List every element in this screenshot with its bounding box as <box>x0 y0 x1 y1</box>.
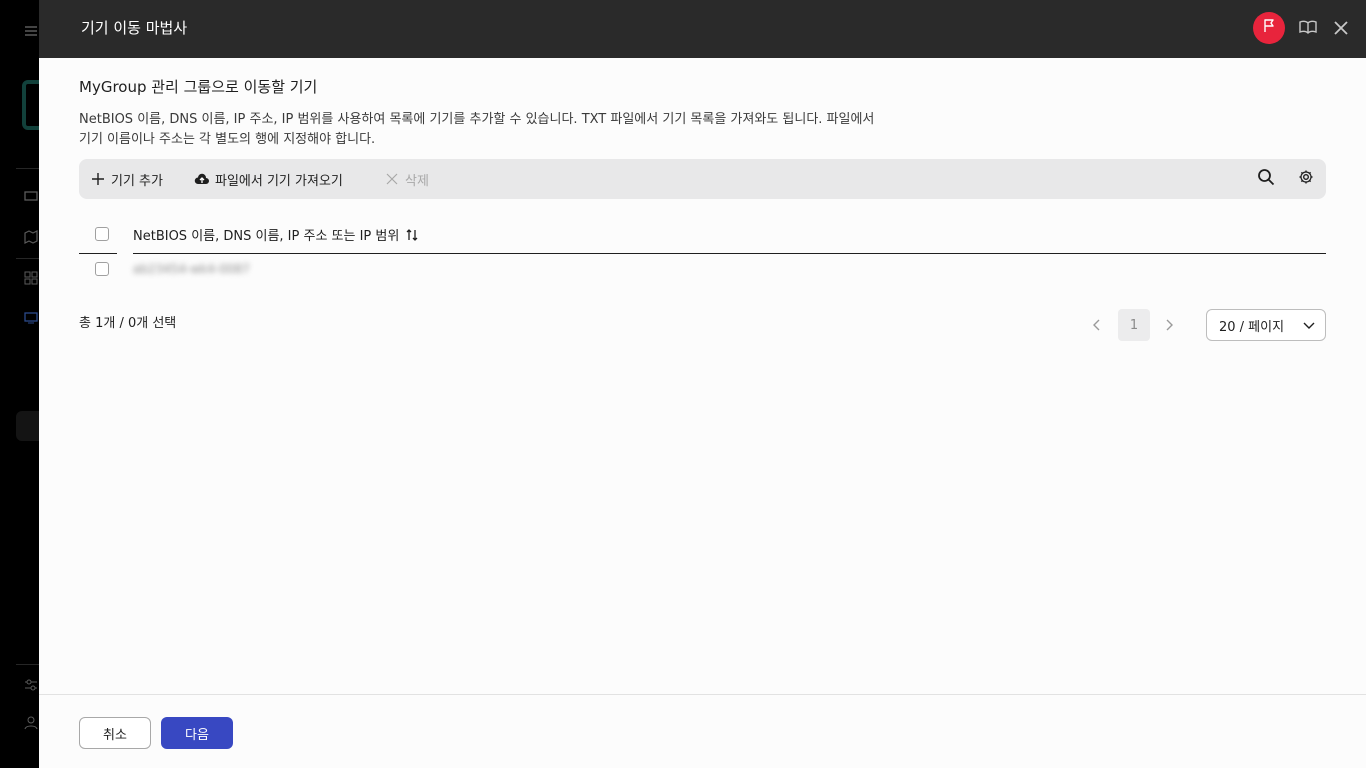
delete-button[interactable]: 삭제 <box>383 159 429 199</box>
import-from-file-label: 파일에서 기기 가져오기 <box>215 173 343 189</box>
monitoring-icon <box>24 189 40 205</box>
flag-button[interactable] <box>1253 12 1285 44</box>
wizard-description: NetBIOS 이름, DNS 이름, IP 주소, IP 범위를 사용하여 목… <box>79 110 959 150</box>
table-header-row: NetBIOS 이름, DNS 이름, IP 주소 또는 IP 범위 <box>79 216 1326 254</box>
help-button[interactable] <box>1298 19 1318 39</box>
plus-icon <box>89 170 107 188</box>
cloud-upload-icon <box>193 170 211 188</box>
device-table: NetBIOS 이름, DNS 이름, IP 주소 또는 IP 범위 ab234… <box>79 216 1326 286</box>
page-size-label: 20 / 페이지 <box>1219 319 1285 335</box>
next-page-button[interactable] <box>1159 315 1179 335</box>
sort-icon[interactable] <box>405 228 419 242</box>
chevron-down-icon <box>1303 319 1315 335</box>
selection-count: 총 1개 / 0개 선택 <box>79 316 177 331</box>
add-device-button[interactable]: 기기 추가 <box>89 159 163 199</box>
flag-icon <box>1261 18 1277 38</box>
prev-page-button[interactable] <box>1087 315 1107 335</box>
delete-label: 삭제 <box>405 173 429 189</box>
wizard-subtitle: MyGroup 관리 그룹으로 이동할 기기 <box>79 78 318 96</box>
toolbar: 기기 추가 파일에서 기기 가져오기 삭제 <box>79 159 1326 199</box>
menu-icon <box>24 24 40 40</box>
description-line: 기기 이름이나 주소는 각 별도의 행에 지정해야 합니다. <box>79 132 376 147</box>
chevron-right-icon <box>1164 316 1174 335</box>
close-icon <box>383 170 401 188</box>
column-header[interactable]: NetBIOS 이름, DNS 이름, IP 주소 또는 IP 범위 <box>133 216 1326 254</box>
map-icon <box>24 230 40 246</box>
device-name: ab23454-wk4-0087 <box>133 262 250 276</box>
wizard-footer: 취소 다음 <box>39 694 1366 768</box>
search-icon <box>1257 168 1275 190</box>
devices-icon <box>24 311 40 327</box>
book-icon <box>1299 19 1317 39</box>
next-button[interactable]: 다음 <box>161 717 233 749</box>
row-checkbox[interactable] <box>95 262 109 276</box>
add-device-label: 기기 추가 <box>111 173 163 189</box>
wizard-header: 기기 이동 마법사 <box>39 0 1366 58</box>
description-line: NetBIOS 이름, DNS 이름, IP 주소, IP 범위를 사용하여 목… <box>79 112 875 127</box>
settings-sliders-icon <box>24 678 40 694</box>
user-icon <box>24 716 40 732</box>
import-from-file-button[interactable]: 파일에서 기기 가져오기 <box>193 159 343 199</box>
settings-button[interactable] <box>1296 169 1316 189</box>
cancel-button[interactable]: 취소 <box>79 717 151 749</box>
column-header-label: NetBIOS 이름, DNS 이름, IP 주소 또는 IP 범위 <box>133 229 400 244</box>
search-button[interactable] <box>1256 169 1276 189</box>
gear-icon <box>1298 169 1314 189</box>
device-move-wizard: 기기 이동 마법사 MyGroup 관리 그룹으로 이동할 기기 NetBIOS… <box>39 0 1366 768</box>
page-size-select[interactable]: 20 / 페이지 <box>1206 309 1326 341</box>
page-number[interactable]: 1 <box>1118 309 1150 341</box>
close-button[interactable] <box>1331 19 1351 39</box>
chevron-left-icon <box>1092 316 1102 335</box>
select-all-checkbox[interactable] <box>95 227 109 241</box>
close-icon <box>1334 20 1348 39</box>
wizard-title: 기기 이동 마법사 <box>81 19 188 37</box>
grid-icon <box>24 271 40 287</box>
table-row[interactable]: ab23454-wk4-0087 <box>79 254 1326 286</box>
